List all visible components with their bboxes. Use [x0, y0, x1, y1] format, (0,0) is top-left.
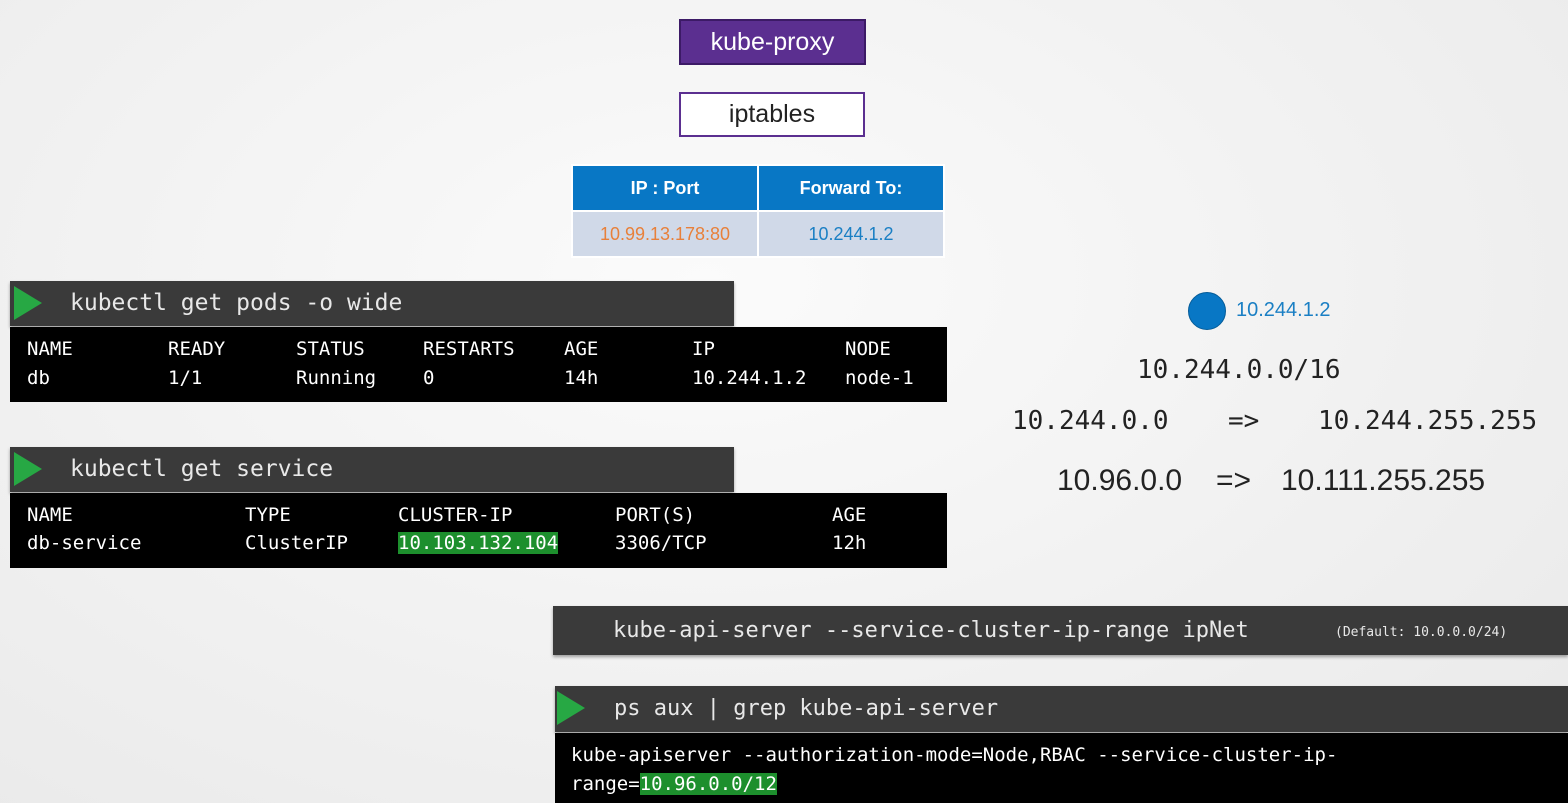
svc-range-end: 10.111.255.255	[1281, 464, 1486, 497]
pods-header-status: STATUS	[296, 338, 365, 360]
svc-row-type: ClusterIP	[245, 532, 348, 554]
kube-proxy-label: kube-proxy	[710, 27, 835, 56]
svc-header-ports: PORT(S)	[615, 504, 696, 526]
pods-header-ip: IP	[692, 338, 715, 360]
ps-output: kube-apiserver --authorization-mode=Node…	[555, 733, 1568, 803]
svc-row-name: db-service	[27, 532, 142, 554]
pods-row-age: 14h	[564, 367, 599, 389]
play-icon	[14, 286, 42, 320]
ps-output-line1: kube-apiserver --authorization-mode=Node…	[571, 744, 1338, 766]
service-command-bar: kubectl get service	[10, 447, 734, 492]
apiserver-flag-default: (Default: 10.0.0.0/24)	[1335, 625, 1508, 640]
svc-row-age: 12h	[832, 532, 867, 554]
cell-forward-to: 10.244.1.2	[757, 210, 945, 258]
ps-output-range-value: 10.96.0.0/12	[639, 773, 777, 795]
svc-header-name: NAME	[27, 504, 73, 526]
pods-row-ready: 1/1	[168, 367, 203, 389]
pod-ip-label: 10.244.1.2	[1236, 299, 1331, 321]
kube-proxy-box: kube-proxy	[679, 19, 866, 65]
forward-table-row: 10.99.13.178:80 10.244.1.2	[571, 210, 945, 258]
pods-header-name: NAME	[27, 338, 73, 360]
ps-output-line2: range=10.96.0.0/12	[571, 773, 777, 795]
pod-circle-icon	[1188, 292, 1226, 330]
pod-range-start: 10.244.0.0	[1012, 406, 1169, 436]
pods-row-restarts: 0	[423, 367, 435, 389]
header-ip-port: IP : Port	[571, 164, 759, 212]
service-output: NAME TYPE CLUSTER-IP PORT(S) AGE db-serv…	[10, 493, 947, 568]
apiserver-flag-command: kube-api-server --service-cluster-ip-ran…	[613, 618, 1249, 643]
svc-header-cluster-ip: CLUSTER-IP	[398, 504, 513, 526]
svc-header-age: AGE	[832, 504, 867, 526]
svc-range-arrow: =>	[1216, 464, 1252, 497]
svc-range-start: 10.96.0.0	[1057, 464, 1183, 497]
forward-table-header: IP : Port Forward To:	[571, 164, 945, 212]
pod-range-arrow: =>	[1228, 406, 1260, 436]
iptables-box: iptables	[679, 92, 865, 137]
header-forward-to: Forward To:	[757, 164, 945, 212]
ps-command: ps aux | grep kube-api-server	[614, 696, 999, 721]
pods-header-ready: READY	[168, 338, 226, 360]
pods-command-bar: kubectl get pods -o wide	[10, 281, 734, 326]
svc-header-type: TYPE	[245, 504, 291, 526]
iptables-label: iptables	[728, 100, 816, 128]
pod-network-cidr: 10.244.0.0/16	[1137, 355, 1341, 385]
svc-row-cluster-ip: 10.103.132.104	[398, 532, 559, 554]
pods-command: kubectl get pods -o wide	[70, 290, 403, 316]
pods-row-node: node-1	[845, 367, 914, 389]
apiserver-flag-bar: kube-api-server --service-cluster-ip-ran…	[553, 606, 1568, 655]
play-icon	[14, 452, 42, 486]
pods-header-node: NODE	[845, 338, 891, 360]
ps-output-range-prefix: range=	[571, 773, 640, 795]
play-icon	[557, 691, 585, 725]
pods-header-restarts: RESTARTS	[423, 338, 515, 360]
pods-header-age: AGE	[564, 338, 599, 360]
svc-row-ports: 3306/TCP	[615, 532, 707, 554]
pods-row-status: Running	[296, 367, 377, 389]
pods-row-name: db	[27, 367, 50, 389]
pods-row-ip: 10.244.1.2	[692, 367, 807, 389]
forward-table: IP : Port Forward To: 10.99.13.178:80 10…	[571, 164, 945, 258]
ps-command-bar: ps aux | grep kube-api-server	[555, 686, 1568, 732]
cell-ip-port: 10.99.13.178:80	[571, 210, 759, 258]
service-command: kubectl get service	[70, 456, 334, 482]
pod-range-end: 10.244.255.255	[1318, 406, 1538, 436]
pods-output: NAME READY STATUS RESTARTS AGE IP NODE d…	[10, 327, 947, 402]
